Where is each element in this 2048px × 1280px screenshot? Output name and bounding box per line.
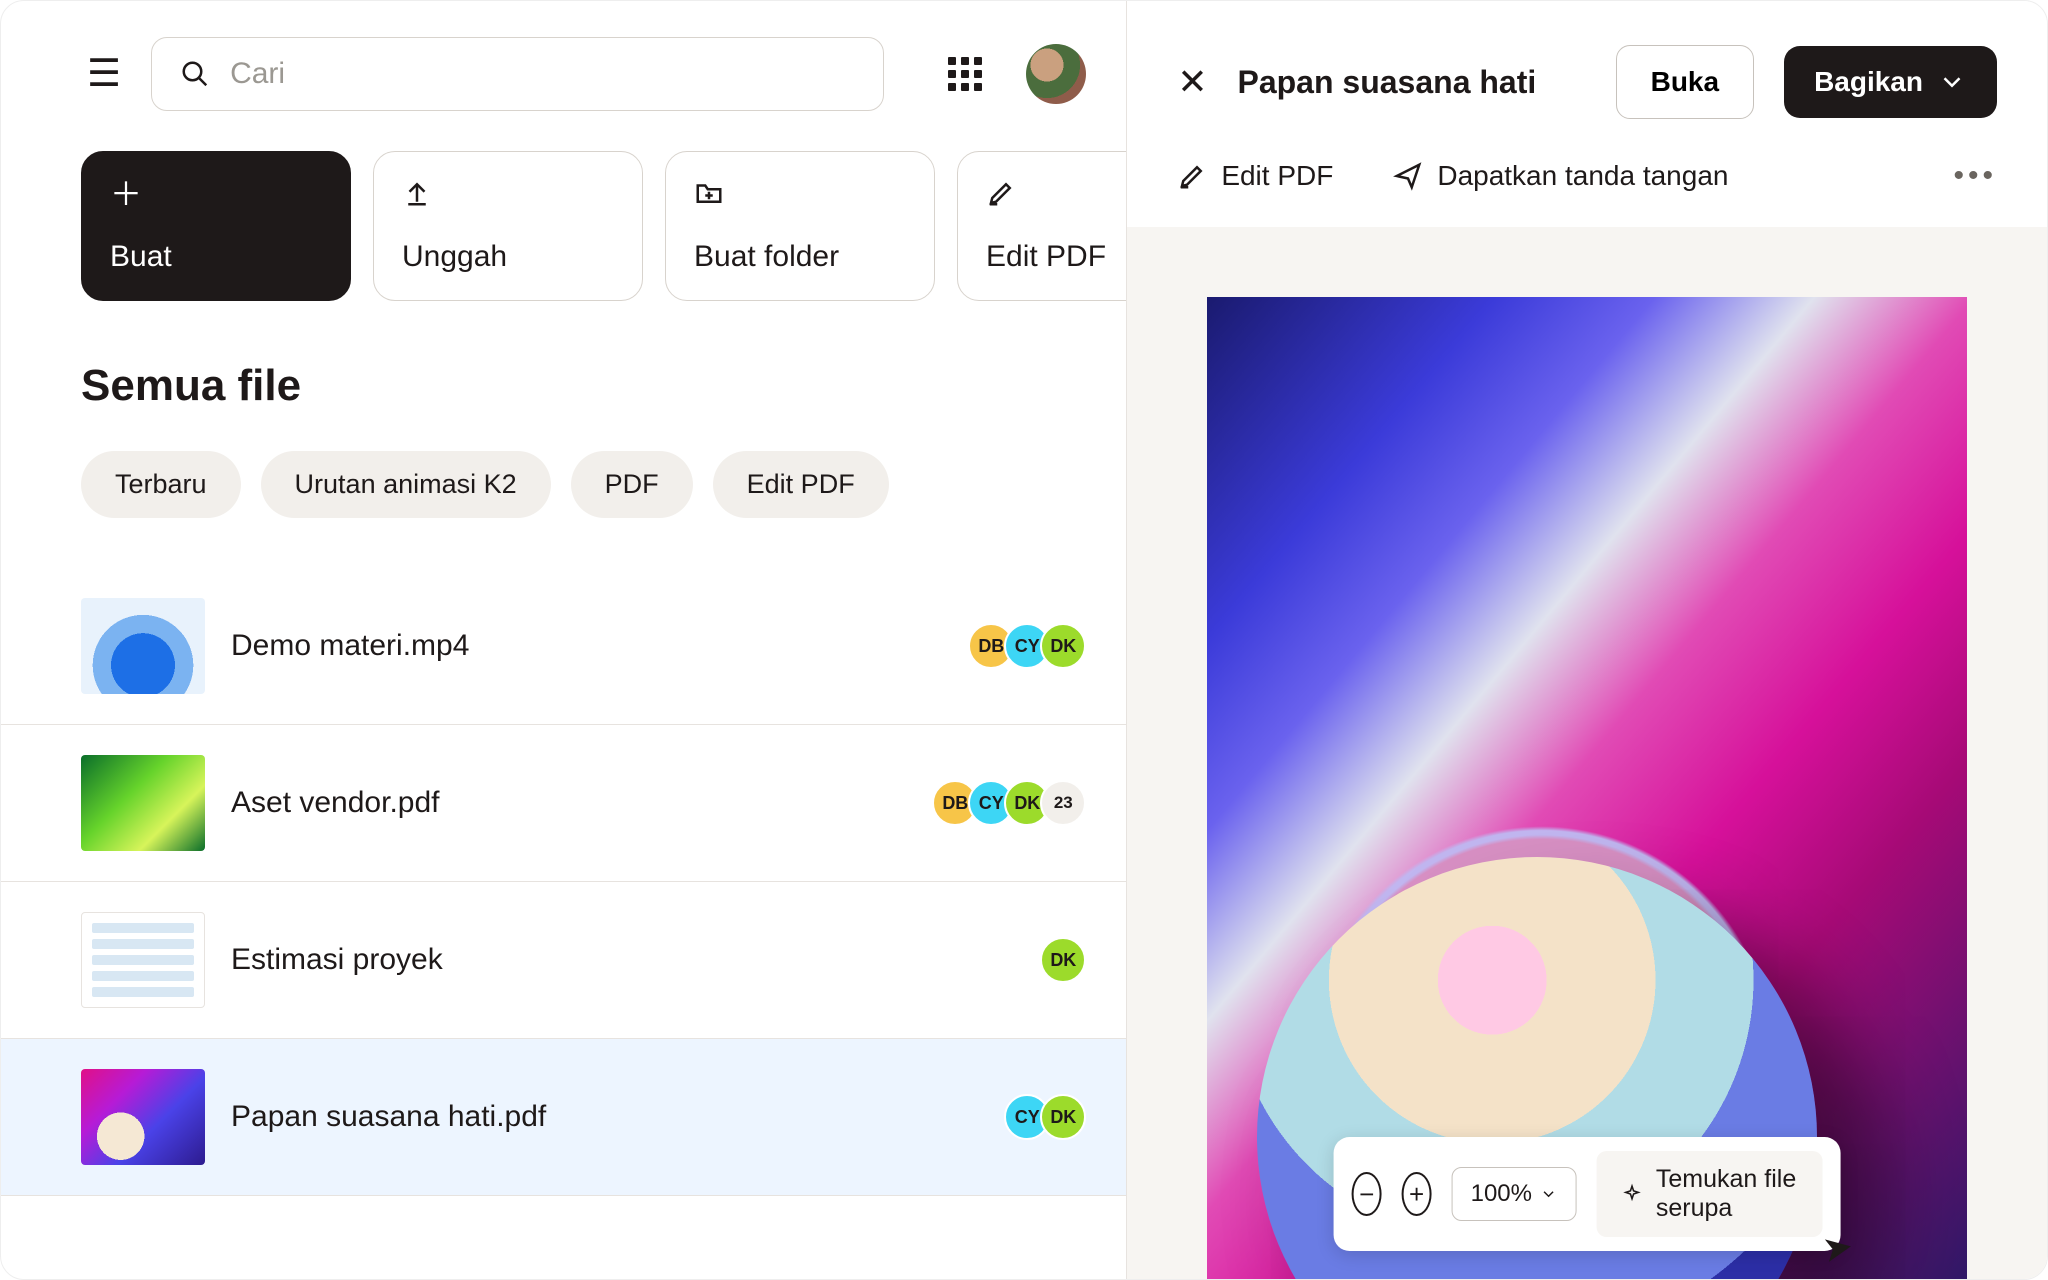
file-name: Estimasi proyek bbox=[231, 943, 1014, 977]
upload-button[interactable]: Unggah bbox=[373, 151, 643, 301]
collaborator-badge: DK bbox=[1040, 937, 1086, 983]
zoom-level-select[interactable]: 100% bbox=[1452, 1167, 1577, 1221]
find-similar-button[interactable]: Temukan file serupa ➤ bbox=[1597, 1151, 1823, 1237]
file-name: Papan suasana hati.pdf bbox=[231, 1100, 978, 1134]
pencil-icon bbox=[1177, 161, 1207, 191]
file-thumbnail bbox=[81, 1069, 205, 1165]
page-title: Semua file bbox=[1, 361, 1126, 411]
panel-title: Papan suasana hati bbox=[1237, 64, 1585, 101]
open-button[interactable]: Buka bbox=[1616, 45, 1754, 119]
collaborators: CY DK bbox=[1004, 1094, 1086, 1140]
create-folder-button[interactable]: Buat folder bbox=[665, 151, 935, 301]
search-input[interactable] bbox=[151, 37, 884, 111]
collaborators: DB CY DK 23 bbox=[932, 780, 1086, 826]
main-pane: ☰ ＋ Buat Unggah bbox=[1, 1, 1126, 1279]
file-row[interactable]: Estimasi proyek DK bbox=[1, 882, 1126, 1039]
action-label: Unggah bbox=[402, 240, 614, 274]
file-thumbnail bbox=[81, 755, 205, 851]
file-thumbnail bbox=[81, 598, 205, 694]
file-row[interactable]: Aset vendor.pdf DB CY DK 23 bbox=[1, 725, 1126, 882]
file-row[interactable]: Demo materi.mp4 DB CY DK bbox=[1, 568, 1126, 725]
file-name: Demo materi.mp4 bbox=[231, 629, 942, 663]
get-signature-link[interactable]: Dapatkan tanda tangan bbox=[1393, 160, 1728, 192]
folder-plus-icon bbox=[694, 178, 906, 213]
plus-icon: ＋ bbox=[110, 178, 322, 210]
get-signature-label: Dapatkan tanda tangan bbox=[1437, 160, 1728, 192]
edit-pdf-link[interactable]: Edit PDF bbox=[1177, 160, 1333, 192]
preview-image bbox=[1207, 297, 1967, 1279]
topbar: ☰ bbox=[1, 37, 1126, 111]
collaborator-badge: DK bbox=[1040, 623, 1086, 669]
preview-panel: ✕ Papan suasana hati Buka Bagikan Edit P… bbox=[1126, 1, 2047, 1279]
collaborators: DK bbox=[1040, 937, 1086, 983]
zoom-toolbar: − + 100% Temukan file serupa ➤ bbox=[1334, 1137, 1841, 1251]
filter-chip[interactable]: Terbaru bbox=[81, 451, 241, 518]
file-row[interactable]: Papan suasana hati.pdf CY DK bbox=[1, 1039, 1126, 1196]
file-list: Demo materi.mp4 DB CY DK Aset vendor.pdf… bbox=[1, 568, 1126, 1196]
create-button[interactable]: ＋ Buat bbox=[81, 151, 351, 301]
zoom-value: 100% bbox=[1471, 1180, 1532, 1208]
avatar[interactable] bbox=[1026, 44, 1086, 104]
filter-chip[interactable]: Urutan animasi K2 bbox=[261, 451, 551, 518]
zoom-out-button[interactable]: − bbox=[1352, 1172, 1382, 1216]
collaborator-more: 23 bbox=[1040, 780, 1086, 826]
action-label: Buat folder bbox=[694, 240, 906, 274]
action-label: Buat bbox=[110, 240, 322, 274]
search-icon bbox=[180, 59, 210, 89]
filter-row: Terbaru Urutan animasi K2 PDF Edit PDF bbox=[1, 451, 1126, 518]
chevron-down-icon bbox=[1937, 67, 1967, 97]
more-icon[interactable]: ••• bbox=[1953, 159, 1997, 193]
collaborators: DB CY DK bbox=[968, 623, 1086, 669]
edit-pdf-button[interactable]: Edit PDF bbox=[957, 151, 1126, 301]
quick-actions: ＋ Buat Unggah Buat folder Edit PDF bbox=[1, 151, 1126, 301]
collaborator-badge: DK bbox=[1040, 1094, 1086, 1140]
share-label: Bagikan bbox=[1814, 66, 1923, 98]
action-label: Edit PDF bbox=[986, 240, 1126, 274]
apps-icon[interactable] bbox=[948, 57, 982, 91]
close-icon[interactable]: ✕ bbox=[1177, 64, 1207, 100]
menu-icon[interactable]: ☰ bbox=[81, 51, 127, 97]
preview-area: − + 100% Temukan file serupa ➤ bbox=[1127, 227, 2047, 1279]
filter-chip[interactable]: PDF bbox=[571, 451, 693, 518]
pencil-icon bbox=[986, 178, 1126, 213]
send-icon bbox=[1393, 161, 1423, 191]
zoom-in-button[interactable]: + bbox=[1402, 1172, 1432, 1216]
share-button[interactable]: Bagikan bbox=[1784, 46, 1997, 118]
chevron-down-icon bbox=[1540, 1185, 1558, 1203]
edit-pdf-label: Edit PDF bbox=[1221, 160, 1333, 192]
file-name: Aset vendor.pdf bbox=[231, 786, 906, 820]
file-thumbnail bbox=[81, 912, 205, 1008]
sparkle-icon bbox=[1623, 1179, 1642, 1209]
panel-header: ✕ Papan suasana hati Buka Bagikan bbox=[1127, 1, 2047, 139]
upload-icon bbox=[402, 178, 614, 213]
search-field[interactable] bbox=[228, 56, 855, 92]
filter-chip[interactable]: Edit PDF bbox=[713, 451, 889, 518]
panel-subheader: Edit PDF Dapatkan tanda tangan ••• bbox=[1127, 139, 2047, 227]
find-similar-label: Temukan file serupa bbox=[1656, 1165, 1797, 1223]
